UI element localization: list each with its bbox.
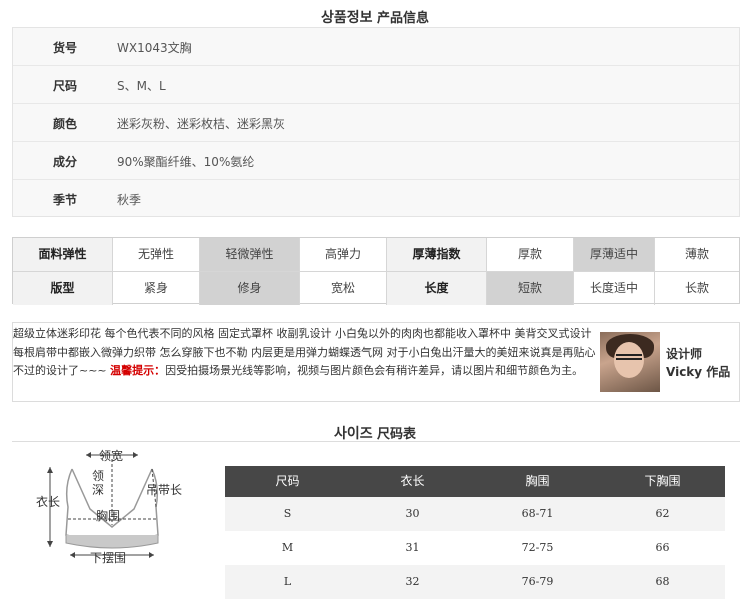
attr-option: 厚款	[487, 238, 574, 271]
info-value: 90%聚酯纤维、10%氨纶	[117, 155, 255, 169]
info-row-season: 季节 秋季	[13, 180, 739, 218]
size-chart-title-kr: 사이즈	[333, 426, 373, 442]
cell-underbust: 62	[655, 507, 670, 520]
table-row: L 32 76-79 68	[225, 565, 725, 599]
attr-head-elasticity: 面料弹性	[13, 238, 113, 271]
cell-chest: 76-79	[521, 575, 554, 588]
cell-length: 32	[405, 575, 420, 588]
size-table: 尺码 衣长 胸围 下胸围 S 30 68-71 62 M 31 72-75 66…	[225, 466, 725, 604]
cell-length: 31	[405, 541, 420, 554]
attr-option: 长款	[684, 281, 709, 295]
info-label: 颜色	[53, 117, 78, 131]
cell-size: S	[283, 507, 292, 520]
product-info-table: 货号 WX1043文胸 尺码 S、M、L 颜色 迷彩灰粉、迷彩枚桔、迷彩黑灰 成…	[12, 27, 740, 217]
designer-name: Vicky 作品	[666, 365, 731, 379]
header-chest: 胸围	[525, 474, 550, 488]
attr-option: 宽松	[300, 272, 387, 305]
attr-option-selected: 轻微弹性	[200, 238, 300, 271]
attribute-row-elasticity: 面料弹性 无弹性 轻微弹性 高弹力 厚薄指数 厚款 厚薄适中 薄款	[13, 238, 739, 271]
size-table-header: 尺码 衣长 胸围 下胸围	[225, 466, 725, 497]
attr-head-length: 长度	[387, 272, 487, 305]
cell-underbust: 66	[655, 541, 670, 554]
attr-option: 高弹力	[300, 238, 387, 271]
designer-avatar	[600, 332, 660, 392]
info-label: 成分	[53, 155, 78, 169]
section-divider	[12, 441, 740, 442]
info-row-color: 颜色 迷彩灰粉、迷彩枚桔、迷彩黑灰	[13, 104, 739, 142]
header-underbust: 下胸围	[644, 474, 681, 488]
header-length: 衣长	[400, 474, 425, 488]
product-info-title: 상품정보 产品信息	[0, 7, 750, 27]
attr-option: 长度适中	[574, 272, 655, 305]
table-row: M 31 72-75 66	[225, 531, 725, 565]
attr-option-selected: 厚薄适中	[574, 238, 655, 271]
attr-option: 薄款	[684, 247, 709, 261]
info-row-material: 成分 90%聚酯纤维、10%氨纶	[13, 142, 739, 180]
info-label: 尺码	[53, 79, 78, 93]
attr-option-selected: 修身	[200, 272, 300, 305]
attribute-grid: 面料弹性 无弹性 轻微弹性 高弹力 厚薄指数 厚款 厚薄适中 薄款 版型 紧身 …	[12, 237, 740, 305]
product-info-title-cn: 产品信息	[376, 11, 429, 26]
attribute-row-fit: 版型 紧身 修身 宽松 长度 短款 长度适中 长款	[13, 272, 739, 305]
info-label: 货号	[53, 41, 78, 55]
label-chest: 胸围	[96, 509, 121, 523]
info-row-size: 尺码 S、M、L	[13, 66, 739, 104]
info-value: S、M、L	[117, 79, 166, 93]
info-label: 季节	[53, 193, 78, 207]
cell-size: M	[281, 541, 294, 554]
label-hem: 下摆围	[90, 551, 127, 565]
product-info-title-kr: 상품정보	[321, 10, 373, 26]
label-neck-depth: 领深	[92, 469, 105, 497]
product-description: 超级立体迷彩印花 每个色代表不同的风格 固定式罩杯 收副乳设计 小白兔以外的肉肉…	[12, 322, 740, 402]
table-row: S 30 68-71 62	[225, 497, 725, 531]
attr-option: 紧身	[113, 272, 200, 305]
cell-size: L	[283, 575, 292, 588]
info-value: 秋季	[117, 193, 142, 207]
description-note: 因受拍摄场景光线等影响，视频与图片颜色会有稍许差异，请以图片和细节颜色为主。	[165, 364, 584, 377]
label-strap-length: 吊带长	[146, 483, 183, 497]
cell-underbust: 68	[655, 575, 670, 588]
cell-chest: 72-75	[521, 541, 554, 554]
size-chart-title-cn: 尺码表	[377, 427, 417, 442]
designer-title: 设计师	[666, 347, 703, 361]
attr-option: 无弹性	[113, 238, 200, 271]
designer-credit: 设计师 Vicky 作品	[666, 345, 730, 381]
size-chart-title: 사이즈 尺码表	[0, 423, 750, 443]
measurement-diagram: 领宽 领深 吊带长 衣长 胸围 下摆围	[30, 447, 220, 572]
warning-label: 温馨提示：	[110, 364, 166, 377]
description-text: 超级立体迷彩印花 每个色代表不同的风格 固定式罩杯 收副乳设计 小白兔以外的肉肉…	[13, 325, 598, 381]
info-value: 迷彩灰粉、迷彩枚桔、迷彩黑灰	[117, 117, 286, 131]
label-neck-width: 领宽	[99, 449, 124, 463]
attr-head-fit: 版型	[13, 272, 113, 305]
label-body-length: 衣长	[36, 495, 61, 509]
cell-chest: 68-71	[521, 507, 554, 520]
header-size: 尺码	[275, 474, 300, 488]
attr-head-thickness: 厚薄指数	[387, 238, 487, 271]
info-row-sku: 货号 WX1043文胸	[13, 28, 739, 66]
info-value: WX1043文胸	[117, 41, 192, 55]
cell-length: 30	[405, 507, 420, 520]
attr-option-selected: 短款	[487, 272, 574, 305]
